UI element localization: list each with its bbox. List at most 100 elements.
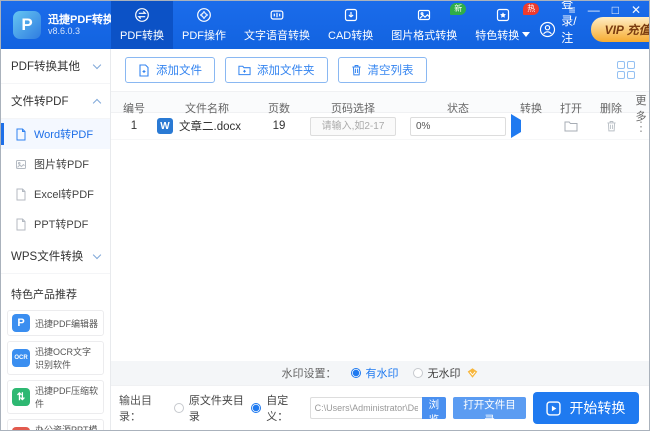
section-label: 文件转PDF [11, 96, 69, 108]
section-label: WPS文件转换 [11, 251, 84, 263]
tab-image-format-convert[interactable]: 新 图片格式转换 [382, 1, 467, 49]
output-path-input[interactable] [309, 397, 422, 419]
word-file-icon: W [157, 118, 173, 134]
delete-row-button[interactable] [591, 120, 631, 132]
radio-selected-icon [350, 368, 361, 378]
more-options-button[interactable]: ⋮ [631, 120, 649, 133]
document-icon [15, 188, 27, 201]
chevron-down-icon [522, 32, 531, 37]
section-label: PDF转换其他 [11, 61, 80, 73]
star-box-icon [495, 7, 511, 24]
sidebar-section-file-to-pdf[interactable]: 文件转PDF [1, 84, 110, 119]
audio-wave-icon [269, 7, 285, 24]
trash-icon [351, 65, 361, 76]
promo-item-label: 迅捷PDF压缩软件 [35, 386, 99, 409]
add-file-label: 添加文件 [156, 65, 202, 77]
sidebar-item-word-to-pdf[interactable]: Word转PDF [1, 119, 110, 149]
sidebar-item-image-to-pdf[interactable]: 图片转PDF [1, 149, 110, 179]
tab-label: 图片格式转换 [391, 29, 458, 42]
status-progress: 0% [410, 116, 506, 136]
open-file-dir-button[interactable]: 打开文件目录 [453, 397, 526, 426]
radio-unselected-icon [173, 403, 184, 413]
trash-icon [606, 121, 616, 132]
original-folder-option[interactable]: 原文件夹目录 [173, 392, 244, 424]
minimize-button[interactable]: — [588, 4, 600, 16]
clear-list-button[interactable]: 清空列表 [337, 57, 427, 83]
add-folder-label: 添加文件夹 [257, 65, 315, 77]
promo-item-label: 迅捷OCR文字识别软件 [35, 347, 91, 370]
tab-label: CAD转换 [328, 29, 374, 42]
open-folder-button[interactable] [551, 120, 591, 132]
promo-item-label: 办公资源PPT模板 [35, 425, 98, 431]
watermark-settings-bar: 水印设置： 有水印 无水印 [111, 361, 649, 385]
sidebar-item-label: Word转PDF [34, 129, 94, 141]
with-watermark-option[interactable]: 有水印 [350, 365, 399, 381]
ocr-icon: OCR [12, 349, 30, 367]
compress-icon: ⇅ [12, 388, 30, 406]
maximize-button[interactable]: □ [612, 4, 619, 16]
image-icon [416, 7, 432, 24]
custom-dir-option[interactable]: 自定义： [251, 392, 302, 424]
tab-special-convert[interactable]: 热 特色转换 [466, 1, 540, 49]
radio-unselected-icon [412, 368, 423, 378]
with-watermark-label: 有水印 [365, 368, 399, 380]
sidebar-section-pdf-other[interactable]: PDF转换其他 [1, 49, 110, 84]
tab-label: PDF转换 [120, 29, 164, 42]
close-button[interactable]: ✕ [631, 4, 641, 16]
vip-diamond-icon [467, 368, 477, 378]
folder-icon [564, 121, 578, 132]
radio-selected-icon [251, 403, 262, 413]
tab-label: 文字语音转换 [244, 29, 310, 42]
sidebar-section-wps-convert[interactable]: WPS文件转换 [1, 239, 110, 274]
tab-pdf-convert[interactable]: PDF转换 [111, 1, 173, 49]
sidebar-item-label: PPT转PDF [34, 219, 89, 231]
promo-item-ppt-template[interactable]: P 办公资源PPT模板 [7, 419, 104, 431]
page-select-input[interactable] [310, 116, 396, 136]
promo-header: 特色产品推荐 [11, 289, 77, 301]
promo-item-ocr[interactable]: OCR 迅捷OCR文字识别软件 [7, 341, 104, 375]
file-list-empty-area [111, 140, 649, 361]
sidebar-item-excel-to-pdf[interactable]: Excel转PDF [1, 179, 110, 209]
row-index: 1 [130, 120, 138, 132]
sidebar: PDF转换其他 文件转PDF Word转PDF 图片转PDF Excel转PDF… [1, 49, 111, 430]
user-icon [539, 21, 556, 38]
add-folder-button[interactable]: 添加文件夹 [225, 57, 328, 83]
convert-play-button[interactable] [511, 114, 521, 138]
browse-button[interactable]: 浏览 [421, 397, 447, 426]
promo-panel: 特色产品推荐 P 迅捷PDF编辑器 OCR 迅捷OCR文字识别软件 ⇅ 迅捷PD… [1, 274, 110, 431]
tab-cad-convert[interactable]: CAD转换 [319, 1, 382, 49]
tab-pdf-operate[interactable]: PDF操作 [173, 1, 235, 49]
chevron-down-icon [92, 60, 102, 69]
sidebar-item-label: Excel转PDF [34, 189, 94, 201]
hot-badge: 热 [523, 3, 540, 15]
without-watermark-option[interactable]: 无水印 [412, 365, 479, 381]
sidebar-item-ppt-to-pdf[interactable]: PPT转PDF [1, 209, 110, 239]
main-nav: PDF转换 PDF操作 文字语音转换 CAD转换 新 图片格式转换 热 特色转换 [111, 1, 540, 49]
tab-label: PDF操作 [182, 29, 226, 42]
start-convert-button[interactable]: 开始转换 [532, 392, 639, 424]
new-badge: 新 [450, 3, 467, 15]
start-convert-label: 开始转换 [569, 400, 626, 416]
tab-text-speech-convert[interactable]: 文字语音转换 [235, 1, 319, 49]
view-grid-icon[interactable] [617, 61, 635, 79]
menu-icon[interactable]: ≡ [569, 4, 576, 16]
promo-item-pdf-compress[interactable]: ⇅ 迅捷PDF压缩软件 [7, 380, 104, 414]
titlebar: P 迅捷PDF转换器 v8.6.0.3 PDF转换 PDF操作 文字语音转换 C… [1, 1, 649, 62]
pdf-editor-icon: P [12, 314, 30, 332]
tab-label: 特色转换 [475, 29, 520, 42]
table-row: 1 W 文章二.docx 19 0% ⋮ [111, 113, 649, 140]
document-icon [15, 128, 27, 141]
app-logo-icon: P [13, 11, 41, 39]
sidebar-item-label: 图片转PDF [34, 159, 89, 171]
logo-area: P 迅捷PDF转换器 v8.6.0.3 [1, 11, 125, 39]
ppt-template-icon: P [12, 427, 30, 430]
gear-icon [196, 7, 212, 24]
watermark-label: 水印设置： [281, 368, 337, 380]
add-file-button[interactable]: 添加文件 [125, 57, 215, 83]
vip-recharge-button[interactable]: VIP 充值 [590, 16, 649, 42]
add-folder-icon [238, 65, 251, 76]
custom-dir-label: 自定义： [266, 395, 289, 423]
original-folder-label: 原文件夹目录 [188, 395, 244, 423]
promo-item-label: 迅捷PDF编辑器 [35, 318, 99, 329]
promo-item-pdf-editor[interactable]: P 迅捷PDF编辑器 [7, 310, 104, 336]
